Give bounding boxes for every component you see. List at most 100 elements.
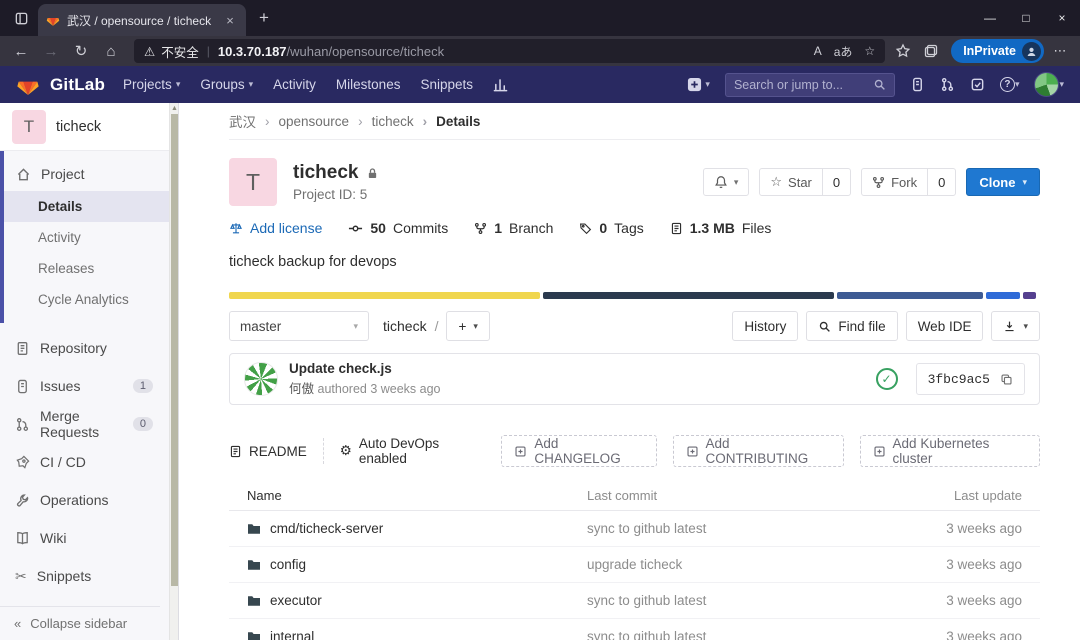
fork-count[interactable]: 0	[927, 169, 955, 195]
star-count[interactable]: 0	[821, 169, 850, 195]
search-input[interactable]	[733, 77, 867, 92]
pipeline-status-icon[interactable]: ✓	[875, 368, 898, 390]
nav-milestones[interactable]: Milestones	[336, 77, 401, 92]
project-feature-buttons: README ⚙ Auto DevOps enabled Add CHANGEL…	[229, 435, 1040, 467]
help-menu-button[interactable]: ? ▾	[999, 77, 1019, 92]
copy-icon[interactable]	[1000, 373, 1013, 386]
table-row[interactable]: cmd/ticheck-server sync to github latest…	[229, 511, 1040, 547]
sidebar-item-ci-cd[interactable]: CI / CD	[0, 443, 169, 481]
auto-devops-button[interactable]: ⚙ Auto DevOps enabled	[340, 436, 486, 466]
breadcrumb-project[interactable]: ticheck	[349, 114, 414, 129]
window-minimize-button[interactable]: —	[972, 3, 1008, 33]
nav-groups[interactable]: Groups ▾	[200, 77, 253, 92]
row-commit-message[interactable]: sync to github latest	[587, 629, 872, 640]
breadcrumb-group[interactable]: 武汉	[229, 111, 256, 131]
sidebar-scrollbar-thumb[interactable]	[171, 114, 178, 586]
back-button[interactable]: ←	[8, 43, 34, 60]
gitlab-brand[interactable]: GitLab	[16, 73, 105, 97]
web-ide-button[interactable]: Web IDE	[905, 311, 984, 341]
download-button[interactable]: ▾	[991, 311, 1040, 341]
files-stat[interactable]: 1.3 MB Files	[670, 220, 771, 236]
sidebar-item-repository[interactable]: Repository	[0, 329, 169, 367]
new-tab-button[interactable]: +	[250, 4, 278, 32]
address-bar-icons: A aあ ☆	[814, 43, 875, 60]
tree-path-root[interactable]: ticheck	[383, 318, 427, 334]
table-row[interactable]: internal sync to github latest 3 weeks a…	[229, 619, 1040, 640]
history-button[interactable]: History	[732, 311, 799, 341]
inprivate-badge[interactable]: InPrivate	[951, 39, 1044, 63]
tab-close-icon[interactable]: ×	[222, 13, 238, 28]
find-file-button[interactable]: Find file	[806, 311, 898, 341]
sidebar-item-details[interactable]: Details	[4, 191, 169, 222]
security-indicator[interactable]: ⚠ 不安全	[144, 42, 199, 61]
branches-stat[interactable]: 1 Branch	[474, 220, 553, 236]
window-close-button[interactable]: ×	[1044, 3, 1080, 33]
sidebar-item-merge-requests[interactable]: Merge Requests 0	[0, 405, 169, 443]
todos-nav-icon[interactable]	[970, 77, 985, 92]
read-aloud-icon[interactable]: A	[814, 44, 822, 58]
refresh-button[interactable]: ↻	[68, 42, 94, 60]
nav-snippets[interactable]: Snippets	[420, 77, 473, 92]
browser-tab[interactable]: 武汉 / opensource / ticheck · Gi ×	[38, 4, 246, 36]
issues-nav-icon[interactable]	[910, 77, 925, 92]
breadcrumb-subgroup[interactable]: opensource	[256, 114, 350, 129]
sidebar-item-activity[interactable]: Activity	[4, 222, 169, 253]
sidebar-scrollbar[interactable]: ▲	[169, 103, 178, 640]
new-menu-button[interactable]: ▾	[687, 77, 710, 92]
readme-button[interactable]: README	[229, 444, 307, 459]
add-favorite-icon[interactable]: ☆	[864, 44, 875, 58]
plus-square-icon	[686, 445, 699, 458]
add-file-button[interactable]: + ▾	[446, 311, 490, 341]
star-button[interactable]: ☆ Star	[760, 169, 822, 195]
commit-title[interactable]: Update check.js	[289, 361, 441, 376]
row-last-update: 3 weeks ago	[946, 557, 1022, 572]
fork-button[interactable]: Fork	[862, 169, 927, 195]
table-row[interactable]: executor sync to github latest 3 weeks a…	[229, 583, 1040, 619]
sidebar-item-snippets[interactable]: ✂ Snippets	[0, 557, 169, 595]
branch-selector[interactable]: master ▾	[229, 311, 369, 341]
sidebar-item-operations[interactable]: Operations	[0, 481, 169, 519]
clone-button[interactable]: Clone ▾	[966, 168, 1040, 196]
chart-icon[interactable]	[493, 77, 508, 92]
table-row[interactable]: config upgrade ticheck 3 weeks ago	[229, 547, 1040, 583]
sidebar-item-releases[interactable]: Releases	[4, 253, 169, 284]
search-box[interactable]	[724, 72, 895, 97]
scrollbar-up-icon[interactable]: ▲	[171, 105, 178, 112]
merge-requests-nav-icon[interactable]	[940, 77, 955, 92]
window-maximize-button[interactable]: □	[1008, 3, 1044, 33]
tags-stat[interactable]: 0 Tags	[579, 220, 644, 236]
notifications-button[interactable]: ▾	[702, 168, 750, 196]
plus-square-icon	[514, 445, 527, 458]
sidebar-item-issues[interactable]: Issues 1	[0, 367, 169, 405]
commit-author[interactable]: 何傲	[289, 382, 314, 396]
favorites-icon[interactable]	[895, 43, 919, 59]
browser-menu-icon[interactable]: ⋯	[1048, 43, 1072, 59]
tab-actions-button[interactable]	[6, 3, 36, 33]
user-menu-button[interactable]: ▾	[1034, 72, 1064, 97]
commits-stat[interactable]: 50 Commits	[348, 220, 448, 236]
add-kubernetes-cluster-button[interactable]: Add Kubernetes cluster	[859, 435, 1040, 467]
row-commit-message[interactable]: upgrade ticheck	[587, 557, 872, 572]
add-license-link[interactable]: Add license	[229, 220, 322, 236]
sidebar-item-wiki[interactable]: Wiki	[0, 519, 169, 557]
sidebar-item-project[interactable]: Project	[4, 157, 169, 191]
home-button[interactable]: ⌂	[98, 43, 124, 60]
address-bar[interactable]: ⚠ 不安全 | 10.3.70.187/wuhan/opensource/tic…	[134, 39, 886, 63]
translate-icon[interactable]: aあ	[834, 43, 853, 60]
question-icon: ?	[999, 77, 1015, 92]
row-commit-message[interactable]: sync to github latest	[587, 593, 872, 608]
forward-button[interactable]: →	[38, 43, 64, 60]
collapse-sidebar-button[interactable]: « Collapse sidebar	[0, 606, 160, 640]
commit-sha[interactable]: 3fbc9ac5	[928, 372, 990, 387]
nav-projects[interactable]: Projects ▾	[123, 77, 180, 92]
tree-path: ticheck /	[383, 318, 439, 334]
gitlab-brand-name: GitLab	[50, 74, 106, 94]
add-changelog-button[interactable]: Add CHANGELOG	[501, 435, 657, 467]
collections-icon[interactable]	[923, 43, 947, 59]
add-contributing-button[interactable]: Add CONTRIBUTING	[672, 435, 844, 467]
sidebar-item-cycle-analytics[interactable]: Cycle Analytics	[4, 284, 169, 315]
gitlab-navbar: GitLab Projects ▾ Groups ▾ Activity Milest…	[0, 66, 1080, 103]
row-commit-message[interactable]: sync to github latest	[587, 521, 872, 536]
nav-activity[interactable]: Activity	[273, 77, 316, 92]
sidebar-project-header[interactable]: T ticheck	[0, 103, 169, 151]
